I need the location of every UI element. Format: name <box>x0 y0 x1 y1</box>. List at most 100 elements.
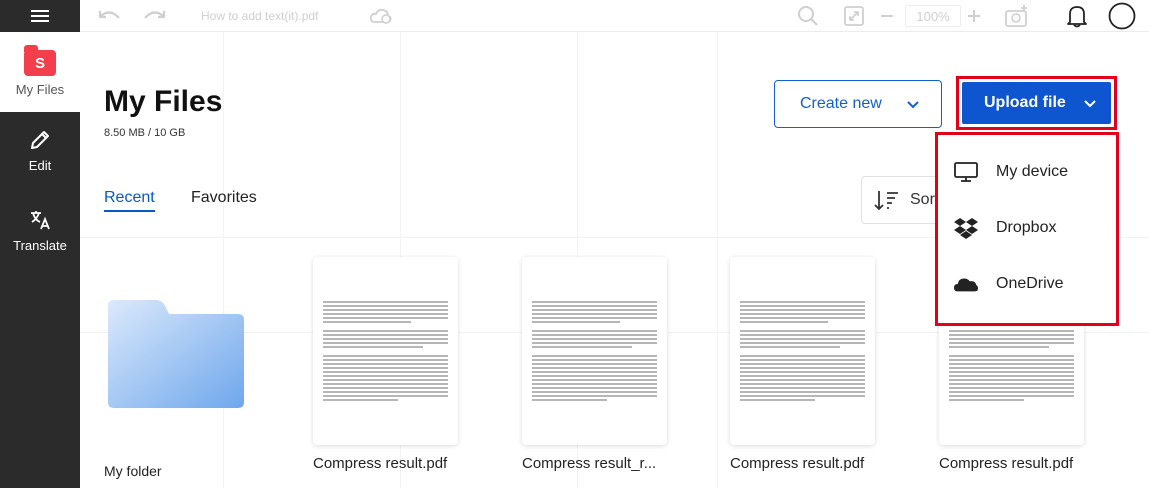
monitor-icon <box>954 160 978 184</box>
hamburger-menu-icon[interactable] <box>0 0 80 32</box>
text-line <box>323 399 398 401</box>
create-new-label: Create new <box>800 95 882 112</box>
text-line <box>532 313 657 315</box>
file-name[interactable]: Compress result.pdf <box>730 455 864 472</box>
text-line <box>323 309 448 311</box>
zoom-value[interactable]: 100% <box>905 5 961 27</box>
bell-icon[interactable] <box>1066 0 1088 32</box>
tab-recent[interactable]: Recent <box>104 189 155 212</box>
text-line <box>949 367 1074 369</box>
menu-item-my-device[interactable]: My device <box>938 144 1116 200</box>
onedrive-icon <box>954 272 978 296</box>
sidebar-item-label: Edit <box>28 158 52 173</box>
upload-file-button[interactable]: Upload file <box>962 82 1111 124</box>
text-line <box>532 342 657 344</box>
text-line <box>740 379 865 381</box>
pdf-thumbnail[interactable] <box>313 257 458 445</box>
cloud-sync-icon[interactable] <box>369 0 393 32</box>
text-line <box>323 391 448 393</box>
menu-item-dropbox[interactable]: Dropbox <box>938 200 1116 256</box>
text-line <box>949 359 1074 361</box>
sidebar-item-translate[interactable]: Translate <box>0 200 80 272</box>
file-name[interactable]: Compress result.pdf <box>313 455 447 472</box>
upload-file-label: Upload file <box>984 94 1066 111</box>
text-line <box>323 313 448 315</box>
text-line <box>532 338 657 340</box>
text-line <box>740 330 865 332</box>
main-content: My Files 8.50 MB / 10 GB Recent Favorite… <box>80 32 1149 488</box>
text-line <box>323 379 448 381</box>
storage-usage: 8.50 MB / 10 GB <box>104 127 186 139</box>
avatar-icon[interactable] <box>1108 0 1136 32</box>
translate-icon <box>31 211 50 230</box>
menu-item-label: Dropbox <box>996 219 1057 236</box>
search-icon[interactable] <box>797 0 819 32</box>
text-line <box>740 355 865 357</box>
text-line <box>532 334 657 336</box>
text-line <box>949 338 1074 340</box>
text-line <box>532 330 657 332</box>
add-image-icon[interactable] <box>1004 0 1030 32</box>
pdf-thumbnail[interactable] <box>522 257 667 445</box>
text-line <box>740 391 865 393</box>
text-line <box>323 371 448 373</box>
sidebar-item-edit[interactable]: Edit <box>0 120 80 192</box>
text-line <box>323 301 448 303</box>
text-line <box>740 371 865 373</box>
text-line <box>323 305 448 307</box>
text-line <box>949 346 1049 348</box>
text-line <box>949 383 1074 385</box>
page-title: My Files <box>104 85 223 118</box>
text-line <box>323 363 448 365</box>
text-line <box>740 342 865 344</box>
plus-icon[interactable] <box>966 0 982 32</box>
redo-icon[interactable] <box>142 0 166 32</box>
undo-icon[interactable] <box>98 0 122 32</box>
text-line <box>949 379 1074 381</box>
text-line <box>740 359 865 361</box>
tab-favorites[interactable]: Favorites <box>191 189 257 207</box>
text-line <box>532 391 657 393</box>
text-line <box>949 395 1074 397</box>
text-line <box>532 375 657 377</box>
text-line <box>532 305 657 307</box>
text-line <box>740 313 865 315</box>
text-line <box>740 387 865 389</box>
sidebar-item-my-files[interactable]: S My Files <box>0 32 80 112</box>
text-line <box>532 379 657 381</box>
text-line <box>740 338 865 340</box>
folder-name[interactable]: My folder <box>104 463 162 479</box>
minus-icon[interactable] <box>879 0 895 32</box>
text-line <box>949 363 1074 365</box>
text-line <box>740 375 865 377</box>
text-line <box>323 359 448 361</box>
text-line <box>323 395 448 397</box>
text-line <box>323 321 411 323</box>
smallpdf-logo-icon: S <box>24 45 56 76</box>
folder-icon <box>108 300 244 408</box>
sidebar-item-label: My Files <box>15 82 65 97</box>
file-name[interactable]: Compress result.pdf <box>939 455 1073 472</box>
text-line <box>740 346 840 348</box>
text-line <box>323 355 448 357</box>
text-line <box>949 330 1074 332</box>
text-line <box>323 342 448 344</box>
upload-dropdown-menu: My device Dropbox OneDrive <box>935 132 1119 326</box>
file-name[interactable]: Compress result_r... <box>522 455 656 472</box>
text-line <box>740 321 828 323</box>
fit-screen-icon[interactable] <box>843 0 865 32</box>
chevron-down-icon <box>907 101 919 109</box>
text-line <box>949 334 1074 336</box>
pdf-thumbnail[interactable] <box>730 257 875 445</box>
menu-item-onedrive[interactable]: OneDrive <box>938 256 1116 312</box>
text-line <box>949 371 1074 373</box>
sidebar-item-label: Translate <box>13 238 67 253</box>
text-line <box>740 383 865 385</box>
folder-item[interactable] <box>108 300 244 408</box>
text-line <box>532 309 657 311</box>
text-line <box>949 391 1074 393</box>
text-line <box>532 395 657 397</box>
text-line <box>323 387 448 389</box>
create-new-button[interactable]: Create new <box>774 80 942 128</box>
text-line <box>949 355 1074 357</box>
